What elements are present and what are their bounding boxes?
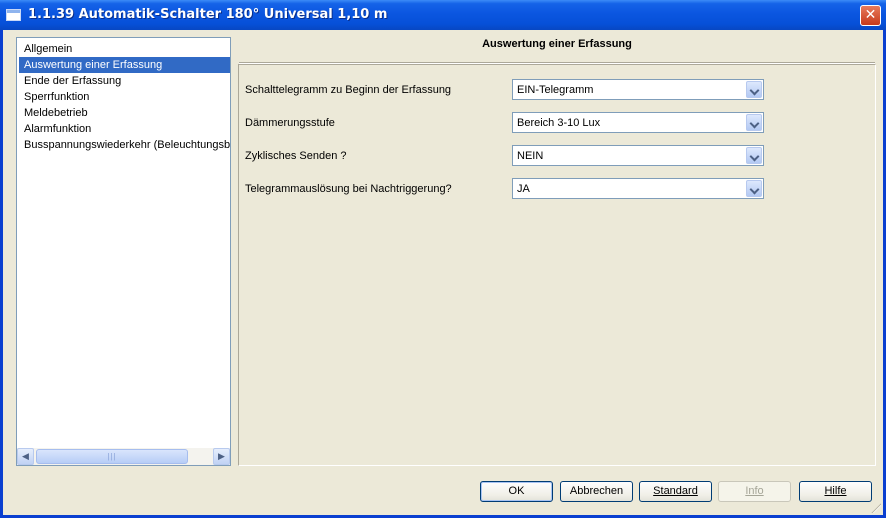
title-bar[interactable]: 1.1.39 Automatik-Schalter 180° Universal…	[0, 0, 886, 30]
select-value: JA	[517, 183, 530, 195]
parameter-page-items: Allgemein Auswertung einer Erfassung Ende …	[19, 41, 230, 153]
window-icon	[6, 9, 21, 21]
twilight-level-select[interactable]: Bereich 3-10 Lux	[512, 112, 764, 133]
scroll-left-button[interactable]: ◀	[17, 448, 34, 465]
window-title: 1.1.39 Automatik-Schalter 180° Universal…	[28, 7, 388, 22]
close-button[interactable]: ✕	[860, 5, 881, 26]
resize-grip-icon[interactable]	[869, 501, 881, 513]
chevron-down-icon[interactable]	[746, 81, 762, 98]
arrow-right-icon: ▶	[218, 451, 225, 461]
chevron-down-icon[interactable]	[746, 147, 762, 164]
param-row-cyclic-send: Zyklisches Senden ? NEIN	[239, 145, 875, 167]
param-label: Telegrammauslösung bei Nachtriggerung?	[245, 183, 452, 195]
nav-item[interactable]: Alarmfunktion	[19, 121, 230, 137]
nav-item[interactable]: Auswertung einer Erfassung	[19, 57, 230, 73]
standard-button[interactable]: Standard	[639, 481, 712, 502]
nav-item[interactable]: Allgemein	[19, 41, 230, 57]
nav-item[interactable]: Meldebetrieb	[19, 105, 230, 121]
panel-heading: Auswertung einer Erfassung	[482, 38, 632, 50]
scroll-right-button[interactable]: ▶	[213, 448, 230, 465]
scroll-thumb[interactable]: |||	[36, 449, 188, 464]
select-value: NEIN	[517, 150, 544, 162]
nav-item[interactable]: Ende der Erfassung	[19, 73, 230, 89]
chevron-down-icon[interactable]	[746, 114, 762, 131]
nav-item[interactable]: Busspannungswiederkehr (Beleuchtungsbe	[19, 137, 230, 153]
select-value: EIN-Telegramm	[517, 84, 594, 96]
close-icon: ✕	[864, 7, 877, 23]
cancel-button[interactable]: Abbrechen	[560, 481, 633, 502]
cyclic-send-select[interactable]: NEIN	[512, 145, 764, 166]
chevron-down-icon[interactable]	[746, 180, 762, 197]
param-row-retrigger-telegram: Telegrammauslösung bei Nachtriggerung? J…	[239, 178, 875, 200]
select-value: Bereich 3-10 Lux	[517, 117, 601, 129]
parameter-panel: Schalttelegramm zu Beginn der Erfassung …	[238, 64, 876, 466]
arrow-left-icon: ◀	[22, 451, 29, 461]
param-label: Zyklisches Senden ?	[245, 150, 347, 162]
switch-telegram-select[interactable]: EIN-Telegramm	[512, 79, 764, 100]
param-label: Schalttelegramm zu Beginn der Erfassung	[245, 84, 452, 96]
help-button[interactable]: Hilfe	[799, 481, 872, 502]
info-button: Info	[718, 481, 791, 502]
help-button-label: Hilfe	[824, 485, 847, 497]
param-row-switch-telegram: Schalttelegramm zu Beginn der Erfassung …	[239, 79, 875, 101]
horizontal-scrollbar[interactable]: ◀ ||| ▶	[17, 448, 230, 465]
nav-item[interactable]: Sperrfunktion	[19, 89, 230, 105]
retrigger-telegram-select[interactable]: JA	[512, 178, 764, 199]
param-row-twilight-level: Dämmerungsstufe Bereich 3-10 Lux	[239, 112, 875, 134]
param-label: Dämmerungsstufe	[245, 117, 335, 129]
grip-icon: |||	[107, 452, 117, 461]
info-button-label: Info	[745, 485, 764, 497]
ok-button[interactable]: OK	[480, 481, 553, 502]
parameter-page-list[interactable]: Allgemein Auswertung einer Erfassung Ende …	[16, 37, 231, 466]
dialog-window: 1.1.39 Automatik-Schalter 180° Universal…	[0, 0, 886, 518]
standard-button-label: Standard	[653, 485, 698, 497]
